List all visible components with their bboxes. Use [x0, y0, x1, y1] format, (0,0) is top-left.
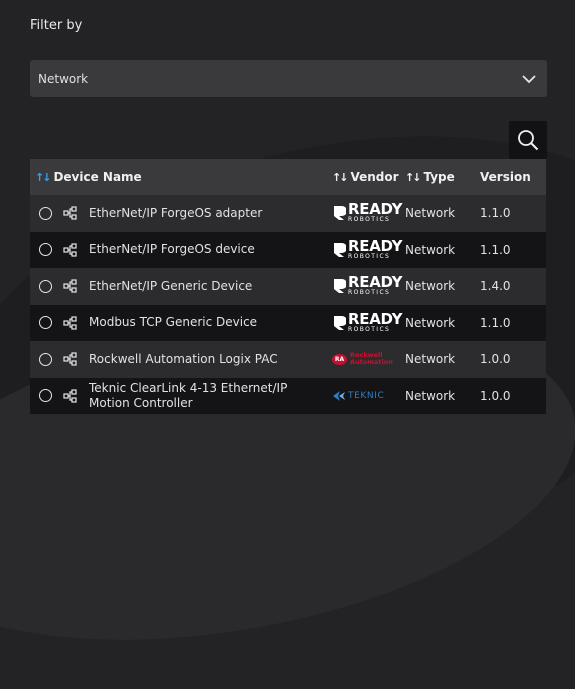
table-row[interactable]: EtherNet/IP ForgeOS device READY ROBOTICS… — [30, 231, 546, 269]
type-cell: Network — [405, 279, 456, 294]
row-select-radio[interactable] — [39, 206, 52, 220]
row-select-radio[interactable] — [39, 316, 52, 330]
device-name: Modbus TCP Generic Device — [89, 315, 258, 330]
filter-dropdown-value: Network — [38, 71, 89, 86]
version-cell: 1.1.0 — [480, 315, 511, 330]
version-cell: 1.0.0 — [480, 352, 511, 367]
chevron-down-icon — [522, 74, 536, 83]
type-cell: Network — [405, 352, 456, 367]
rockwell-automation-logo: RA Rockwell Automation — [332, 352, 405, 366]
device-name-cell: Teknic ClearLink 4-13 Ethernet/IP Motion… — [30, 378, 332, 415]
teknic-logo: TEKNIC — [332, 389, 405, 403]
device-name: Rockwell Automation Logix PAC — [89, 351, 278, 366]
table-row[interactable]: Modbus TCP Generic Device READY ROBOTICS … — [30, 304, 546, 342]
network-icon — [63, 243, 77, 257]
table-row[interactable]: EtherNet/IP Generic Device READY ROBOTICS… — [30, 268, 546, 305]
column-header-vendor[interactable]: ↑↓ Vendor — [332, 159, 405, 195]
sort-arrows-icon: ↑↓ — [35, 171, 52, 184]
device-name-cell: EtherNet/IP ForgeOS device — [30, 232, 332, 269]
ready-robotics-logo: READY ROBOTICS — [332, 202, 405, 223]
vendor-cell: READY ROBOTICS — [332, 232, 405, 269]
device-name-cell: Modbus TCP Generic Device — [30, 305, 332, 342]
vendor-cell: READY ROBOTICS — [332, 268, 405, 305]
ready-robotics-logo: READY ROBOTICS — [332, 238, 405, 260]
type-cell: Network — [405, 388, 456, 403]
row-select-radio[interactable] — [39, 352, 52, 366]
column-header-type[interactable]: ↑↓ Type — [405, 159, 477, 195]
type-cell: Network — [405, 315, 456, 330]
search-button[interactable] — [509, 121, 547, 159]
version-cell: 1.4.0 — [480, 279, 511, 294]
type-cell: Network — [405, 242, 456, 257]
search-icon — [518, 130, 539, 151]
vendor-cell: READY ROBOTICS — [332, 195, 405, 232]
row-select-radio[interactable] — [39, 279, 52, 293]
device-table: ↑↓Device Name ↑↓Vendor ↑↓Type Version — [30, 159, 546, 414]
sort-arrows-icon: ↑↓ — [405, 171, 422, 184]
network-icon — [63, 206, 77, 220]
table-row[interactable]: Teknic ClearLink 4-13 Ethernet/IP Motion… — [30, 377, 546, 415]
table-header-row: ↑↓ Device Name ↑↓ Vendor ↑↓ Type Version — [30, 159, 546, 195]
filter-by-label: Filter by — [30, 18, 83, 33]
table-row[interactable]: EtherNet/IP ForgeOS adapter READY ROBOTIC… — [30, 195, 546, 232]
vendor-cell: READY ROBOTICS — [332, 305, 405, 342]
device-name-cell: EtherNet/IP ForgeOS adapter — [30, 195, 332, 232]
row-select-radio[interactable] — [39, 243, 52, 257]
device-name: EtherNet/IP Generic Device — [89, 278, 253, 293]
network-icon — [63, 389, 77, 403]
network-icon — [63, 316, 77, 330]
device-name-cell: EtherNet/IP Generic Device — [30, 268, 332, 305]
vendor-cell: TEKNIC — [332, 378, 405, 415]
type-cell: Network — [405, 206, 456, 221]
row-select-radio[interactable] — [39, 389, 52, 403]
table-row[interactable]: Rockwell Automation Logix PAC RA Rockwel… — [30, 341, 546, 378]
ready-robotics-logo: READY ROBOTICS — [332, 311, 405, 333]
vendor-cell: RA Rockwell Automation — [332, 341, 405, 378]
device-name: EtherNet/IP ForgeOS device — [89, 242, 255, 257]
filter-dropdown[interactable]: Network — [30, 60, 547, 97]
column-header-device-name[interactable]: ↑↓ Device Name — [30, 159, 332, 195]
version-cell: 1.1.0 — [480, 242, 511, 257]
version-cell: 1.0.0 — [480, 388, 511, 403]
network-icon — [63, 352, 77, 366]
version-cell: 1.1.0 — [480, 206, 511, 221]
device-name: Teknic ClearLink 4-13 Ethernet/IP Motion… — [89, 380, 288, 410]
ready-robotics-logo: READY ROBOTICS — [332, 275, 405, 296]
device-name: EtherNet/IP ForgeOS adapter — [89, 205, 263, 220]
sort-arrows-icon: ↑↓ — [332, 171, 349, 184]
column-header-version: Version — [480, 170, 531, 184]
network-icon — [63, 279, 77, 293]
device-name-cell: Rockwell Automation Logix PAC — [30, 341, 332, 378]
